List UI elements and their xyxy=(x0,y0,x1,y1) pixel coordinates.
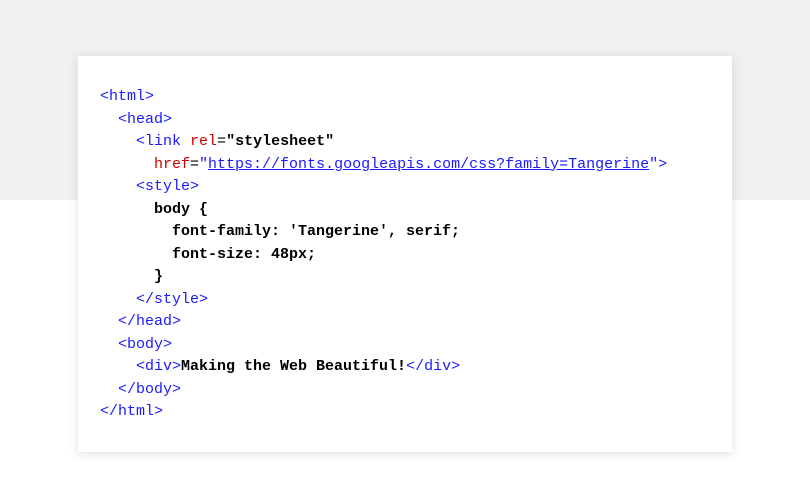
css-rule-font-family: font-family: 'Tangerine', serif; xyxy=(172,223,460,240)
div-text-content: Making the Web Beautiful! xyxy=(181,358,406,375)
code-block: <html><head><link rel="stylesheet"href="… xyxy=(100,86,710,424)
tag-html-open: <html> xyxy=(100,88,154,105)
tag-head-open: <head> xyxy=(118,111,172,128)
tag-div-close: </div> xyxy=(406,358,460,375)
attr-href-url[interactable]: https://fonts.googleapis.com/css?family=… xyxy=(208,156,649,173)
attr-rel-name: rel xyxy=(190,133,217,150)
tag-div-open: <div> xyxy=(136,358,181,375)
tag-body-close: </body> xyxy=(118,381,181,398)
css-selector-close: } xyxy=(154,268,163,285)
tag-style-open: <style> xyxy=(136,178,199,195)
tag-body-open: <body> xyxy=(118,336,172,353)
attr-href-quote-close: "> xyxy=(649,156,667,173)
attr-eq-2: = xyxy=(190,156,199,173)
code-snippet-card: <html><head><link rel="stylesheet"href="… xyxy=(78,56,732,452)
attr-rel-value: "stylesheet" xyxy=(226,133,334,150)
tag-html-close: </html> xyxy=(100,403,163,420)
tag-link-open: <link xyxy=(136,133,181,150)
attr-href-name: href xyxy=(154,156,190,173)
css-rule-font-size: font-size: 48px; xyxy=(172,246,316,263)
attr-href-quote-open: " xyxy=(199,156,208,173)
tag-head-close: </head> xyxy=(118,313,181,330)
css-selector: body { xyxy=(154,201,208,218)
tag-style-close: </style> xyxy=(136,291,208,308)
attr-eq-1: = xyxy=(217,133,226,150)
